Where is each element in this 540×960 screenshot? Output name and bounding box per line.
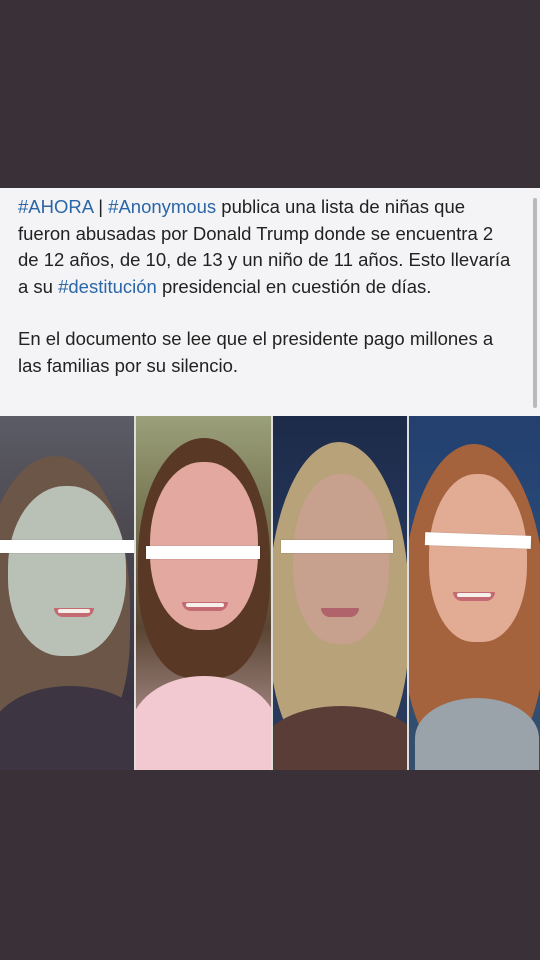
shoulder-shape: [273, 706, 407, 770]
separator-text: |: [93, 196, 109, 217]
face-shape: [293, 474, 389, 644]
teeth-shape: [186, 603, 224, 607]
teeth-shape: [457, 593, 491, 597]
portrait-photo-3: [271, 416, 407, 770]
portrait-photo-1: [0, 416, 134, 770]
teeth-shape: [58, 609, 90, 613]
face-shape: [429, 474, 527, 642]
shoulder-shape: [415, 698, 539, 770]
censor-bar: [146, 546, 260, 559]
mouth-shape: [321, 608, 359, 617]
portrait-photo-2: [134, 416, 271, 770]
post-paragraph-2: En el documento se lee que el presidente…: [18, 328, 494, 376]
photo-strip: [0, 416, 540, 770]
censor-bar: [0, 540, 134, 553]
hashtag-destitucion[interactable]: #destitución: [58, 276, 157, 297]
screenshot-frame: #AHORA | #Anonymous publica una lista de…: [0, 0, 540, 960]
censor-bar: [281, 540, 393, 553]
shoulder-shape: [0, 686, 134, 770]
post-body-text-end: presidencial en cuestión de días.: [156, 275, 432, 297]
hashtag-anonymous[interactable]: #Anonymous: [108, 196, 216, 217]
portrait-photo-4: [407, 416, 540, 770]
face-shape: [8, 486, 126, 656]
scrollbar[interactable]: [533, 198, 537, 408]
post-paragraph-1: #AHORA | #Anonymous publica una lista de…: [18, 194, 518, 300]
post-text: #AHORA | #Anonymous publica una lista de…: [18, 194, 518, 379]
hashtag-ahora[interactable]: #AHORA: [18, 196, 93, 217]
shoulder-shape: [136, 676, 271, 770]
